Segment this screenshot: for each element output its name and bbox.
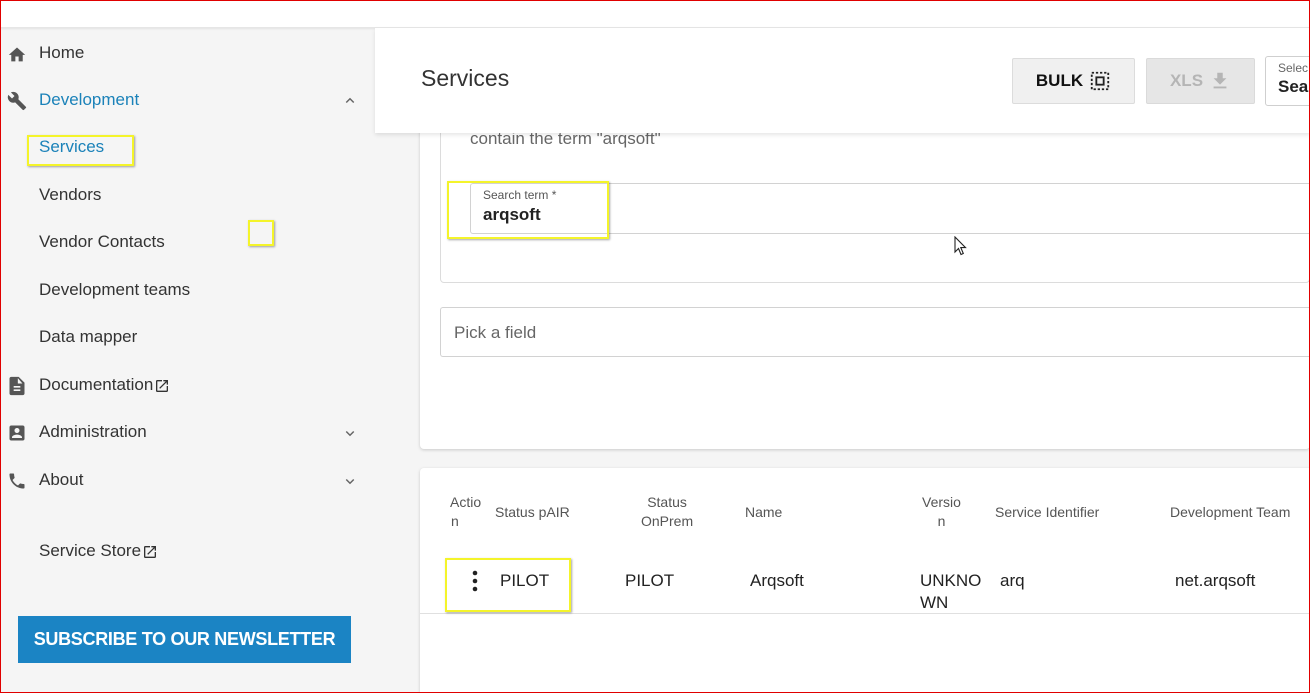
external-link-icon — [144, 545, 157, 558]
row-divider — [420, 613, 1310, 614]
subscribe-newsletter-button[interactable]: SUBSCRIBE TO OUR NEWSLETTER — [18, 616, 351, 663]
sidebar-item-vendor-contacts[interactable]: Vendor Contacts — [0, 222, 375, 262]
cell-service-identifier: arq — [1000, 571, 1025, 590]
sidebar-item-vendors[interactable]: Vendors — [0, 175, 375, 215]
bulk-button[interactable]: BULK — [1012, 58, 1135, 104]
cell-development-team: net.arqsoft — [1175, 571, 1256, 590]
search-term-label: Search term * — [483, 188, 557, 202]
page-title: Services — [421, 65, 510, 91]
row-actions-menu-icon[interactable] — [465, 569, 485, 593]
sidebar-item-label: Service Store — [39, 541, 142, 560]
sidebar-item-service-store[interactable]: Service Store — [0, 531, 375, 571]
cell-status-pair: PILOT — [500, 571, 550, 590]
mouse-cursor-icon — [954, 236, 967, 256]
sidebar-item-services[interactable]: Services — [0, 127, 375, 167]
chevron-down-icon[interactable] — [341, 424, 359, 442]
cell-name: Arqsoft — [750, 571, 804, 590]
sidebar-item-documentation[interactable]: Documentation — [0, 365, 375, 405]
xls-export-button[interactable]: XLS — [1146, 58, 1255, 104]
sidebar-item-administration[interactable]: Administration — [0, 412, 375, 452]
sidebar-item-label: Home — [39, 43, 85, 62]
download-icon — [1213, 72, 1227, 89]
wrench-icon — [7, 91, 27, 111]
sidebar-item-home[interactable]: Home — [0, 33, 375, 73]
sidebar-item-label: Administration — [39, 422, 147, 441]
home-icon — [7, 44, 27, 64]
select-all-icon — [1090, 71, 1110, 91]
pick-field-input[interactable] — [454, 323, 854, 343]
search-term-field[interactable]: Search term * — [470, 183, 1310, 234]
search-mode-value: Sea — [1278, 77, 1309, 96]
phone-icon — [7, 471, 27, 491]
cell-status-onprem: PILOT — [625, 571, 675, 590]
sidebar-item-label: Services — [39, 137, 105, 156]
column-header-status-onprem[interactable]: Status OnPrem — [641, 493, 693, 531]
bulk-button-label: BULK — [1035, 71, 1084, 90]
sidebar-item-development-teams[interactable]: Development teams — [0, 270, 375, 310]
sidebar-item-label: Development — [39, 90, 140, 109]
search-mode-label: Selec — [1278, 61, 1309, 75]
document-icon — [7, 376, 27, 396]
xls-button-label: XLS — [1169, 71, 1204, 90]
pick-field-select[interactable] — [440, 307, 1310, 357]
column-header-version[interactable]: Versio n — [922, 493, 961, 531]
search-term-input[interactable] — [483, 205, 783, 225]
sidebar-item-label: About — [39, 470, 84, 489]
chevron-up-icon[interactable] — [341, 92, 359, 110]
sidebar-item-label: Development teams — [39, 280, 191, 299]
column-header-name[interactable]: Name — [745, 503, 782, 522]
sidebar-item-about[interactable]: About — [0, 460, 375, 500]
column-header-status-pair[interactable]: Status pAIR — [495, 503, 570, 522]
external-link-icon — [156, 379, 169, 392]
sidebar-item-label: Vendors — [39, 185, 102, 204]
sidebar-item-label: Vendor Contacts — [39, 232, 165, 251]
search-mode-select[interactable]: Selec Sea — [1265, 56, 1310, 106]
sidebar-item-label: Documentation — [39, 375, 154, 394]
account-box-icon — [7, 423, 27, 443]
chevron-down-icon[interactable] — [341, 472, 359, 490]
page-header: Services BULK XLS Selec Sea — [375, 28, 1310, 133]
sidebar-item-data-mapper[interactable]: Data mapper — [0, 317, 375, 357]
sidebar-item-label: Data mapper — [39, 327, 138, 346]
column-header-action[interactable]: Actio n — [450, 493, 481, 531]
top-bar — [0, 0, 1310, 28]
cell-version: UNKNO WN — [920, 571, 982, 612]
sidebar-item-development[interactable]: Development — [0, 80, 375, 120]
column-header-development-team[interactable]: Development Team — [1170, 503, 1290, 522]
column-header-service-identifier[interactable]: Service Identifier — [995, 503, 1099, 522]
